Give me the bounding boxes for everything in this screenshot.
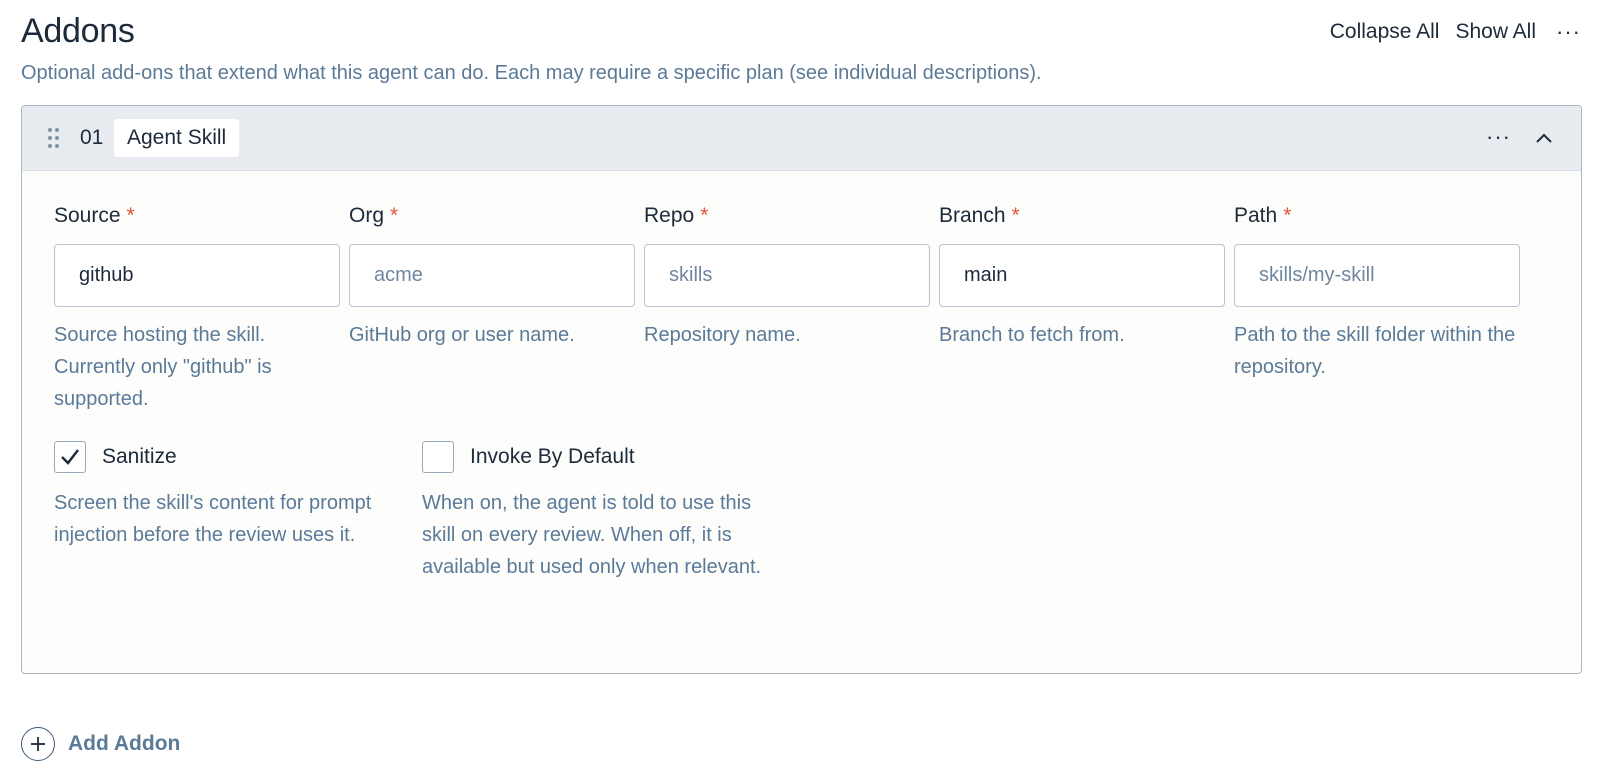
org-label: Org xyxy=(349,204,385,227)
path-field: Path* Path to the skill folder within th… xyxy=(1234,204,1520,383)
header-actions: Collapse All Show All ··· xyxy=(1330,20,1581,44)
repo-field: Repo* Repository name. xyxy=(644,204,930,351)
addons-header: Addons Optional add-ons that extend what… xyxy=(21,8,1581,98)
branch-field: Branch* Branch to fetch from. xyxy=(939,204,1225,351)
source-field: Source* Source hosting the skill. Curren… xyxy=(54,204,340,415)
addon-index: 01 xyxy=(80,126,104,149)
show-all-button[interactable]: Show All xyxy=(1455,20,1536,44)
sanitize-option: Sanitize Screen the skill's content for … xyxy=(54,441,406,551)
required-mark: * xyxy=(1283,204,1292,227)
sanitize-label: Sanitize xyxy=(102,445,177,468)
invoke-by-default-label: Invoke By Default xyxy=(470,445,635,468)
addon-card: 01 Agent Skill ··· Source* Source hostin… xyxy=(21,105,1582,674)
path-label: Path xyxy=(1234,204,1278,227)
collapse-all-button[interactable]: Collapse All xyxy=(1330,20,1440,44)
required-mark: * xyxy=(390,204,399,227)
addon-card-header: 01 Agent Skill ··· xyxy=(22,106,1581,171)
invoke-by-default-help: When on, the agent is told to use this s… xyxy=(422,492,762,578)
drag-handle-icon[interactable] xyxy=(48,128,60,150)
required-mark: * xyxy=(126,204,135,227)
branch-help: Branch to fetch from. xyxy=(939,324,1125,346)
path-help: Path to the skill folder within the repo… xyxy=(1234,324,1516,378)
required-mark: * xyxy=(700,204,709,227)
sanitize-checkbox[interactable] xyxy=(54,441,86,473)
more-options-icon[interactable]: ··· xyxy=(1556,21,1581,43)
org-help: GitHub org or user name. xyxy=(349,324,575,346)
branch-label: Branch xyxy=(939,204,1006,227)
org-input[interactable] xyxy=(349,244,635,307)
addon-more-options-icon[interactable]: ··· xyxy=(1486,124,1511,150)
branch-input[interactable] xyxy=(939,244,1225,307)
plus-circle-icon xyxy=(21,727,55,761)
org-field: Org* GitHub org or user name. xyxy=(349,204,635,351)
page-subtitle: Optional add-ons that extend what this a… xyxy=(21,62,1042,84)
required-mark: * xyxy=(1011,204,1020,227)
source-help: Source hosting the skill. Currently only… xyxy=(54,324,272,410)
repo-label: Repo xyxy=(644,204,695,227)
source-label: Source xyxy=(54,204,121,227)
source-input[interactable] xyxy=(54,244,340,307)
invoke-by-default-option: Invoke By Default When on, the agent is … xyxy=(422,441,782,583)
path-input[interactable] xyxy=(1234,244,1520,307)
addon-name[interactable]: Agent Skill xyxy=(114,119,240,157)
repo-input[interactable] xyxy=(644,244,930,307)
invoke-by-default-checkbox[interactable] xyxy=(422,441,454,473)
sanitize-help: Screen the skill's content for prompt in… xyxy=(54,492,372,546)
repo-help: Repository name. xyxy=(644,324,801,346)
add-addon-button[interactable]: Add Addon xyxy=(21,727,180,761)
page-title: Addons xyxy=(21,12,135,50)
add-addon-label: Add Addon xyxy=(68,732,181,755)
chevron-up-icon[interactable] xyxy=(1535,130,1553,148)
checkmark-icon xyxy=(61,449,79,465)
